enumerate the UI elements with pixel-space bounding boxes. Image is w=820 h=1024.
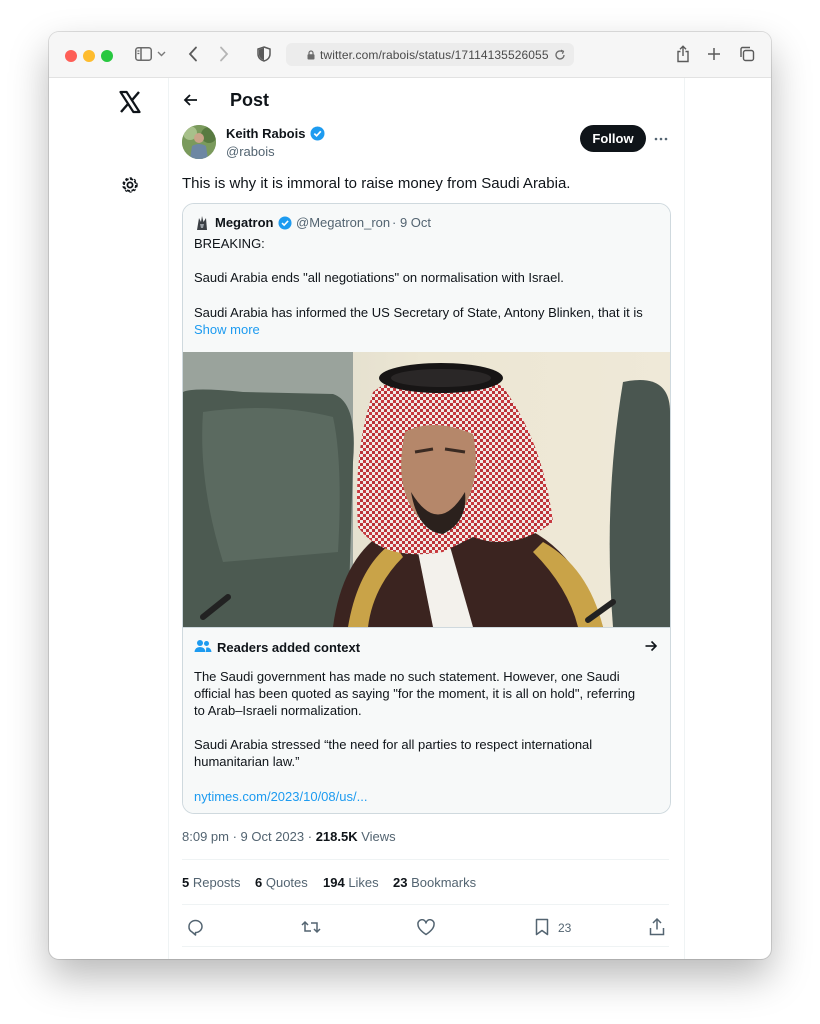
divider <box>182 946 669 947</box>
author-handle[interactable]: @rabois <box>226 143 275 160</box>
verified-badge-icon <box>278 216 292 230</box>
zoom-window-button[interactable] <box>101 50 113 62</box>
quote-author-handle: @Megatron_ron <box>296 215 391 230</box>
bookmark-icon[interactable] <box>535 918 549 936</box>
quote-photo[interactable] <box>183 352 670 627</box>
quoted-post-body: Megatron @Megatron_ron · 9 Oct BREAKING:… <box>183 204 670 352</box>
views-label: Views <box>357 829 396 844</box>
repost-icon[interactable] <box>301 918 321 936</box>
minimize-window-button[interactable] <box>83 50 95 62</box>
author-name[interactable]: Keith Rabois <box>226 125 305 142</box>
browser-toolbar: twitter.com/rabois/status/17114135526055 <box>49 32 771 78</box>
sidebar-toggle-icon[interactable] <box>133 44 153 64</box>
address-bar[interactable]: twitter.com/rabois/status/17114135526055 <box>286 43 574 66</box>
quotes-stat[interactable]: 6 Quotes <box>255 874 308 891</box>
left-navigation <box>49 78 169 959</box>
community-note[interactable]: Readers added context The Saudi governme… <box>183 627 670 813</box>
bookmarks-count: 23 <box>393 875 408 890</box>
quote-author-avatar <box>194 215 210 231</box>
settings-gear-icon[interactable] <box>120 175 140 195</box>
share-icon[interactable] <box>649 917 665 936</box>
browser-window: twitter.com/rabois/status/17114135526055 <box>49 32 771 959</box>
likes-label: Likes <box>344 875 379 890</box>
show-more-link[interactable]: Show more <box>194 321 260 338</box>
quoted-post[interactable]: Megatron @Megatron_ron · 9 Oct BREAKING:… <box>182 203 671 814</box>
post-timestamp[interactable]: 8:09 pm · 9 Oct 2023 · <box>182 829 316 844</box>
reposts-label: Reposts <box>189 875 241 890</box>
post-text: This is why it is immoral to raise money… <box>182 175 571 192</box>
bookmarks-stat[interactable]: 23 Bookmarks <box>393 874 476 891</box>
quote-date: · 9 Oct <box>392 215 432 230</box>
reposts-stat[interactable]: 5 Reposts <box>182 874 241 891</box>
likes-stat[interactable]: 194 Likes <box>323 874 379 891</box>
privacy-shield-icon[interactable] <box>254 44 274 64</box>
bookmark-count: 23 <box>558 921 572 935</box>
divider <box>182 859 669 860</box>
community-note-line: The Saudi government has made no such st… <box>194 669 620 684</box>
views-count: 218.5K <box>315 829 358 844</box>
chevron-down-icon[interactable] <box>155 44 167 64</box>
verified-badge-icon <box>310 126 325 141</box>
forward-nav-icon[interactable] <box>214 44 234 64</box>
close-window-button[interactable] <box>65 50 77 62</box>
quote-text-line: Saudi Arabia has informed the US Secreta… <box>194 305 643 320</box>
lock-icon <box>307 49 315 60</box>
quote-author-name: Megatron <box>215 215 274 230</box>
community-note-line: Saudi Arabia stressed “the need for all … <box>194 737 593 752</box>
share-page-icon[interactable] <box>673 44 693 64</box>
tab-overview-icon[interactable] <box>737 44 757 64</box>
community-note-line: official has been quoted as saying "for … <box>194 686 636 701</box>
x-logo-icon[interactable] <box>118 90 142 114</box>
quote-text-line: BREAKING: <box>194 236 265 251</box>
reload-icon[interactable] <box>554 49 566 61</box>
address-bar-url: twitter.com/rabois/status/17114135526055 <box>320 47 549 62</box>
post-column: Post Keith Rabois @rabois Follow This is… <box>168 78 685 959</box>
follow-button[interactable]: Follow <box>580 125 646 152</box>
community-note-line: humanitarian law.” <box>194 754 300 769</box>
back-nav-icon[interactable] <box>183 44 203 64</box>
post-meta: 8:09 pm · 9 Oct 2023 · 218.5K Views <box>182 828 396 845</box>
likes-count: 194 <box>323 875 345 890</box>
like-icon[interactable] <box>417 919 435 936</box>
people-icon <box>194 639 212 653</box>
page-title: Post <box>230 90 270 110</box>
avatar[interactable] <box>182 125 216 159</box>
page-content: Post Keith Rabois @rabois Follow This is… <box>49 78 771 959</box>
more-icon[interactable] <box>653 132 669 146</box>
reply-icon[interactable] <box>186 918 204 936</box>
divider <box>182 904 669 905</box>
new-tab-icon[interactable] <box>704 44 724 64</box>
quote-text-line: Saudi Arabia ends "all negotiations" on … <box>194 270 564 285</box>
back-arrow-icon[interactable] <box>182 91 202 111</box>
community-note-link[interactable]: nytimes.com/2023/10/08/us/... <box>194 788 367 805</box>
arrow-right-icon[interactable] <box>644 639 658 653</box>
bookmarks-label: Bookmarks <box>407 875 477 890</box>
community-note-title: Readers added context <box>217 640 361 655</box>
community-note-line: to Arab–Israeli normalization. <box>194 703 362 718</box>
quotes-label: Quotes <box>262 875 308 890</box>
